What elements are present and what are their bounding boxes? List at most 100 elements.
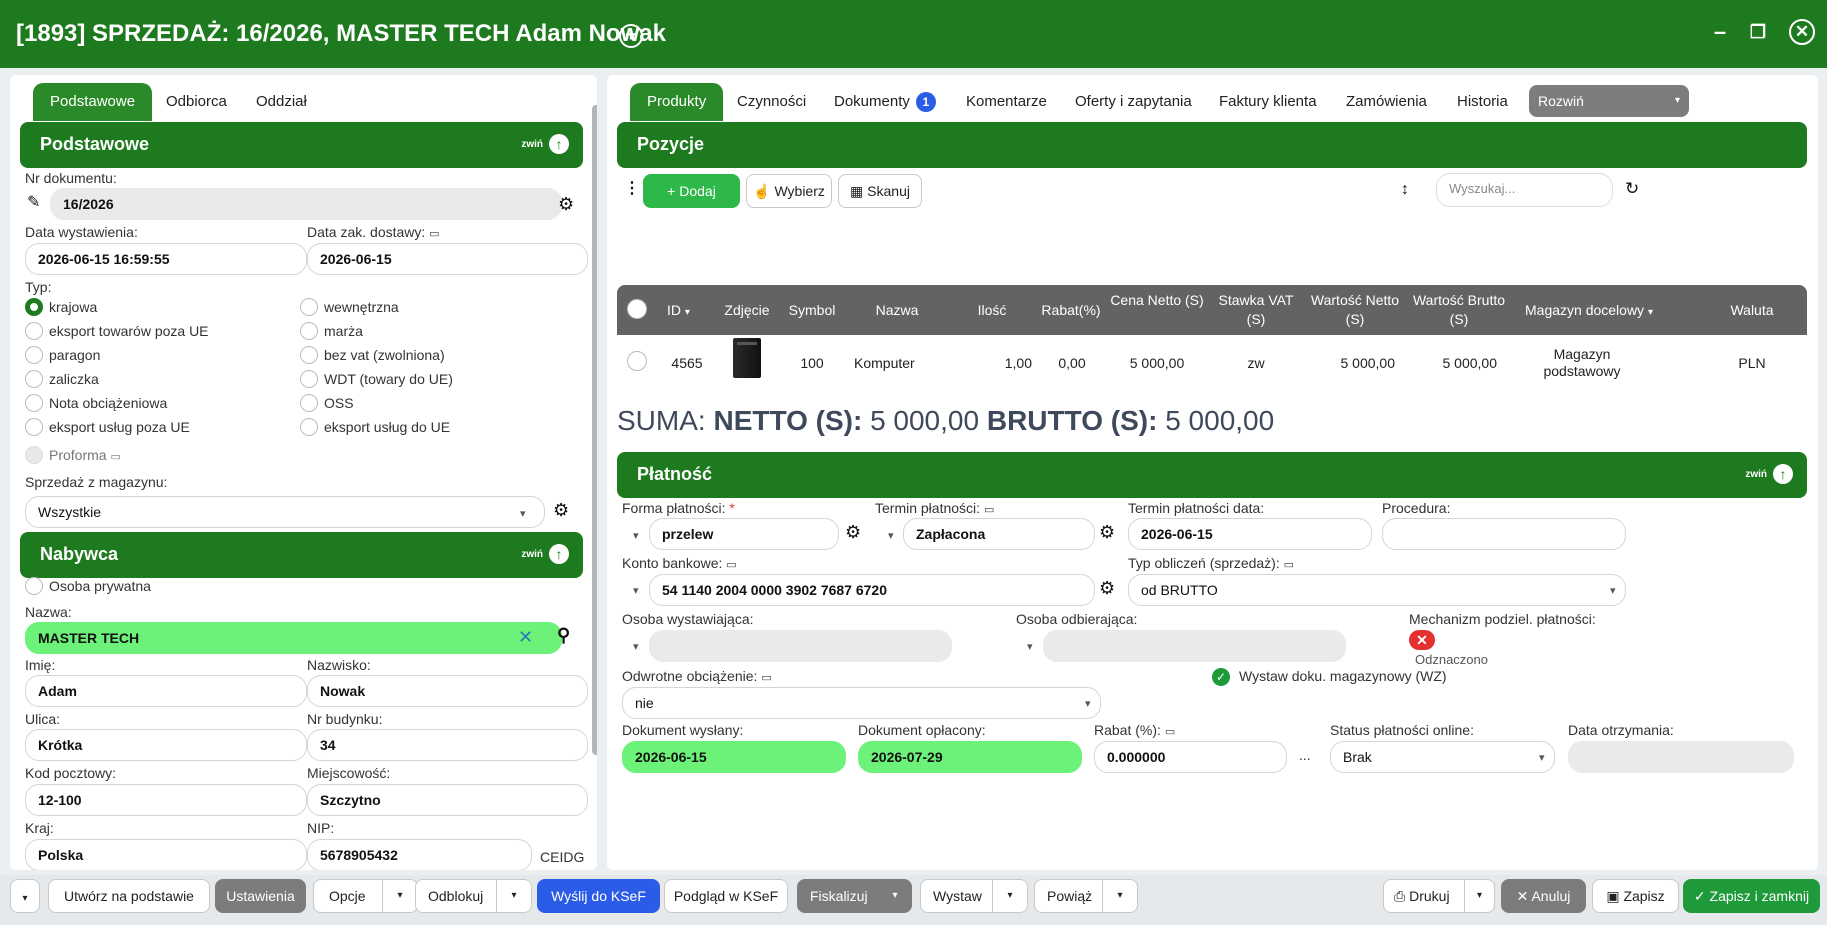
radio-oss[interactable]: OSS (300, 393, 354, 413)
radio-wdt[interactable]: WDT (towary do UE) (300, 369, 453, 389)
chevron-down-icon[interactable]: ▾ (1464, 880, 1494, 912)
collapse-button[interactable]: zwiń ↑ (1745, 464, 1793, 484)
payment-form-select[interactable]: przelew (649, 518, 839, 550)
payment-term-select[interactable]: Zapłacona (903, 518, 1095, 550)
calc-type-select[interactable]: od BRUTTO (1128, 574, 1626, 606)
doc-paid-input[interactable]: 2026-07-29 (858, 741, 1082, 773)
add-icon[interactable]: + (619, 24, 643, 48)
first-name-input[interactable]: Adam (25, 675, 307, 707)
radio-paragon[interactable]: paragon (25, 345, 100, 365)
settings-button[interactable]: Ustawienia (215, 879, 306, 913)
payment-term-date-input[interactable]: 2026-06-15 (1128, 518, 1372, 550)
toggle-off-icon[interactable]: ✕ (1409, 630, 1435, 650)
receiver-select[interactable] (1043, 630, 1346, 662)
section-payment-header[interactable]: Płatność zwiń ↑ (617, 452, 1807, 498)
row-checkbox[interactable] (627, 351, 653, 372)
col-warehouse[interactable]: Magazyn docelowy ▾ (1514, 301, 1664, 322)
collapse-button[interactable]: zwiń ↑ (521, 544, 569, 564)
online-status-select[interactable]: Brak (1330, 741, 1555, 773)
pencil-icon[interactable]: ✎ (27, 194, 40, 212)
doc-number-input[interactable]: 16/2026 (50, 188, 562, 220)
send-ksef-button[interactable]: Wyślij do KSeF (537, 879, 660, 913)
refresh-icon[interactable]: ↻ (1625, 180, 1639, 198)
tab-zamowienia[interactable]: Zamówienia (1346, 83, 1427, 121)
search-input[interactable]: Wyszukaj... (1436, 173, 1613, 207)
doc-sent-input[interactable]: 2026-06-15 (622, 741, 846, 773)
check-icon[interactable]: ✓ (1212, 668, 1230, 686)
issue-button[interactable]: Wystaw ▾ (920, 879, 1028, 913)
name-input[interactable]: MASTER TECH (25, 622, 562, 654)
procedure-input[interactable] (1382, 518, 1626, 550)
menu-dropdown-button[interactable]: ▾ (10, 879, 40, 913)
tab-oferty[interactable]: Oferty i zapytania (1075, 83, 1192, 121)
tab-faktury[interactable]: Faktury klienta (1219, 83, 1317, 121)
chevron-down-icon[interactable]: ▾ (992, 880, 1027, 912)
clear-icon[interactable]: ✕ (518, 628, 533, 646)
tab-dokumenty[interactable]: Dokumenty 1 (834, 83, 936, 121)
radio-zaliczka[interactable]: zaliczka (25, 369, 99, 389)
delivery-date-input[interactable]: 2026-06-15 (307, 243, 588, 275)
issue-date-input[interactable]: 2026-06-15 16:59:55 (25, 243, 307, 275)
issuer-select[interactable] (649, 630, 952, 662)
preview-ksef-button[interactable]: Podgląd w KSeF (664, 879, 788, 913)
postal-input[interactable]: 12-100 (25, 784, 307, 816)
more-vertical-icon[interactable]: ⋮ (624, 180, 640, 198)
chevron-down-icon[interactable]: ▾ (633, 529, 639, 542)
gear-icon[interactable]: ⚙ (845, 523, 861, 541)
expand-select[interactable]: Rozwiń ▾ (1529, 85, 1689, 117)
radio-marza[interactable]: marża (300, 321, 363, 341)
tab-podstawowe[interactable]: Podstawowe (33, 83, 153, 121)
collapse-button[interactable]: zwiń ↑ (521, 134, 569, 154)
tab-komentarze[interactable]: Komentarze (966, 83, 1047, 121)
chevron-down-icon[interactable]: ▾ (633, 584, 639, 597)
tab-historia[interactable]: Historia (1457, 83, 1508, 121)
section-buyer-header[interactable]: Nabywca zwiń ↑ (20, 532, 583, 578)
col-id[interactable]: ID ▾ (667, 301, 690, 322)
country-input[interactable]: Polska (25, 839, 307, 870)
warehouse-select[interactable]: Wszystkie (25, 496, 545, 528)
chevron-down-icon[interactable]: ▾ (496, 880, 531, 912)
options-button[interactable]: Opcje ▾ (313, 879, 418, 913)
gear-icon[interactable]: ⚙ (1099, 523, 1115, 541)
section-basic-header[interactable]: Podstawowe zwiń ↑ (20, 122, 583, 168)
chevron-down-icon[interactable]: ▾ (879, 880, 911, 912)
chevron-down-icon[interactable]: ▾ (1027, 640, 1033, 653)
table-row[interactable]: 4565 100 Komputer 1,00 0,00 5 000,00 zw … (617, 335, 1807, 395)
radio-bez-vat[interactable]: bez vat (zwolniona) (300, 345, 445, 365)
receipt-date-input[interactable] (1568, 741, 1794, 773)
chevron-down-icon[interactable]: ▾ (382, 880, 417, 912)
discount-input[interactable]: 0.000000 (1094, 741, 1287, 773)
radio-wewnetrzna[interactable]: wewnętrzna (300, 297, 399, 317)
tab-produkty[interactable]: Produkty (630, 83, 724, 121)
radio-nota[interactable]: Nota obciążeniowa (25, 393, 167, 413)
tab-odbiorca[interactable]: Odbiorca (166, 83, 227, 121)
gear-icon[interactable]: ⚙ (558, 195, 574, 213)
tab-oddzial[interactable]: Oddział (256, 83, 307, 121)
more-button[interactable]: ... (1299, 747, 1311, 763)
street-input[interactable]: Krótka (25, 729, 307, 761)
last-name-input[interactable]: Nowak (307, 675, 588, 707)
chevron-down-icon[interactable]: ▾ (633, 640, 639, 653)
chevron-down-icon[interactable]: ▾ (1102, 880, 1137, 912)
choose-button[interactable]: ☝ Wybierz (746, 174, 832, 208)
chevron-down-icon[interactable]: ▾ (888, 529, 894, 542)
checkbox-private-person[interactable]: Osoba prywatna (25, 576, 151, 596)
save-button[interactable]: ▣ Zapisz (1592, 879, 1679, 913)
fiscalize-button[interactable]: Fiskalizuj ▾ (797, 879, 912, 913)
nip-input[interactable]: 5678905432 (307, 839, 532, 870)
create-from-button[interactable]: Utwórz na podstawie (48, 879, 210, 913)
radio-eksport-uslug[interactable]: eksport usług poza UE (25, 417, 190, 437)
ceidg-button[interactable]: CEIDG (540, 849, 584, 865)
reverse-charge-select[interactable]: nie (622, 687, 1101, 719)
city-input[interactable]: Szczytno (307, 784, 588, 816)
maximize-button[interactable]: ❐ (1746, 18, 1770, 46)
scrollbar[interactable] (592, 105, 597, 755)
gear-icon[interactable]: ⚙ (1099, 579, 1115, 597)
close-button[interactable]: ✕ (1789, 19, 1815, 45)
bank-account-select[interactable]: 54 1140 2004 0000 3902 7687 6720 (649, 574, 1095, 606)
radio-eksport-towarow[interactable]: eksport towarów poza UE (25, 321, 209, 341)
unlock-button[interactable]: Odblokuj ▾ (415, 879, 532, 913)
select-all-checkbox[interactable] (627, 299, 653, 320)
radio-eksport-uslug-ue[interactable]: eksport usług do UE (300, 417, 450, 437)
scan-button[interactable]: ▦ Skanuj (838, 174, 922, 208)
